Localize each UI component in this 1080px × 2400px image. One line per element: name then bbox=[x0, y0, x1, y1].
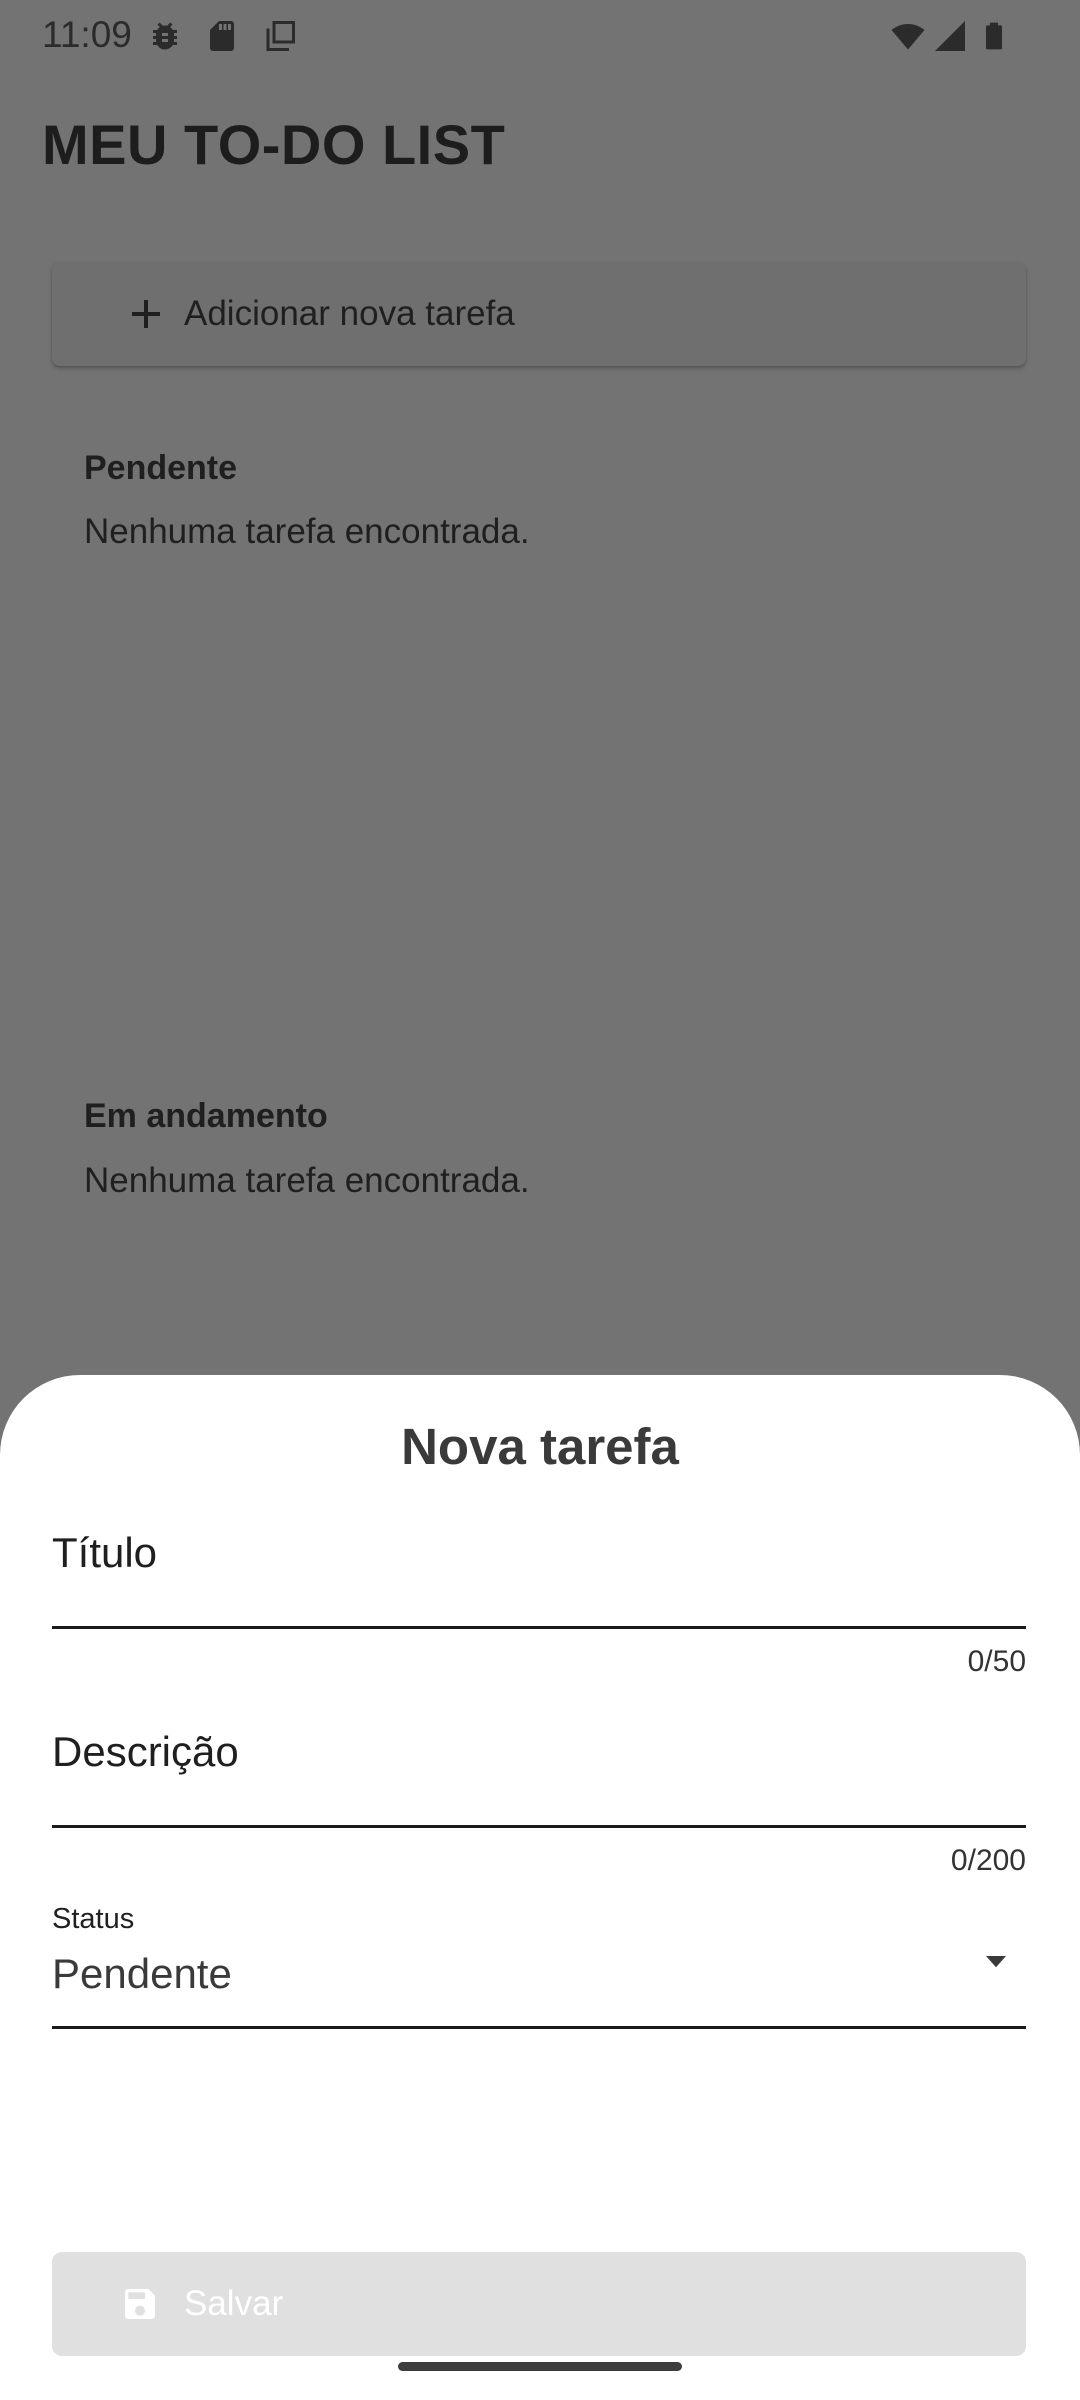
app-title: MEU TO-DO LIST bbox=[42, 113, 506, 176]
title-field-label: Título bbox=[52, 1529, 158, 1576]
save-button[interactable]: Salvar bbox=[52, 2252, 1026, 2356]
plus-icon bbox=[132, 300, 160, 328]
new-task-sheet: Nova tarefa Título 0/50 Descrição 0/200 … bbox=[0, 1375, 1080, 2400]
gesture-nav-handle[interactable] bbox=[398, 2362, 682, 2371]
status-bar: 11:09 bbox=[0, 0, 1080, 72]
bug-icon bbox=[153, 22, 177, 50]
status-dropdown-underline bbox=[52, 2026, 1026, 2029]
copy-icon bbox=[266, 21, 295, 51]
battery-icon bbox=[986, 22, 1002, 50]
save-icon bbox=[125, 2289, 155, 2319]
dropdown-arrow-icon[interactable] bbox=[981, 1946, 1011, 1976]
section-title-pendente: Pendente bbox=[84, 449, 238, 487]
title-field[interactable]: Título 0/50 bbox=[52, 1525, 1026, 1705]
section-empty-pendente: Nenhuma tarefa encontrada. bbox=[84, 512, 530, 551]
description-field[interactable]: Descrição 0/200 bbox=[52, 1725, 1026, 1905]
signal-icon bbox=[935, 21, 965, 51]
add-task-button[interactable]: Adicionar nova tarefa bbox=[52, 262, 1026, 366]
description-field-counter: 0/200 bbox=[950, 1844, 1026, 1877]
description-field-underline bbox=[52, 1825, 1026, 1828]
status-time: 11:09 bbox=[42, 14, 132, 55]
section-empty-em-andamento: Nenhuma tarefa encontrada. bbox=[84, 1161, 530, 1200]
add-task-label: Adicionar nova tarefa bbox=[184, 294, 515, 333]
sheet-title: Nova tarefa bbox=[401, 1418, 679, 1475]
description-field-label: Descrição bbox=[52, 1728, 239, 1775]
title-field-counter: 0/50 bbox=[967, 1645, 1026, 1678]
status-dropdown-caption: Status bbox=[52, 1903, 135, 1935]
title-field-underline bbox=[52, 1626, 1026, 1629]
save-button-label: Salvar bbox=[184, 2284, 284, 2323]
section-title-em-andamento: Em andamento bbox=[84, 1097, 328, 1135]
sd-card-icon bbox=[210, 21, 234, 51]
wifi-icon bbox=[891, 24, 925, 50]
status-dropdown-value: Pendente bbox=[52, 1950, 232, 1997]
